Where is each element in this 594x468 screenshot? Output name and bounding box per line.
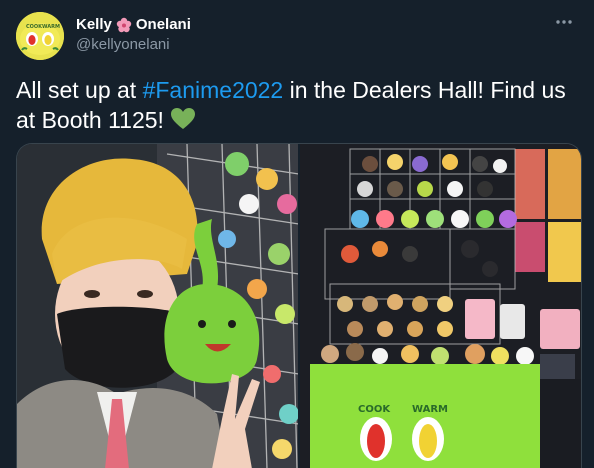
tweet-text: All set up at #Fanime2022 in the Dealers… — [16, 75, 578, 138]
avatar[interactable]: COOK WARM — [16, 12, 64, 60]
booth-display-photo[interactable]: COOK WARM — [300, 144, 581, 468]
selfie-with-plush-photo[interactable] — [17, 144, 298, 468]
avatar-text-left: COOK — [26, 24, 43, 30]
hibiscus-icon — [116, 17, 132, 33]
table-label-left: COOK — [358, 404, 391, 415]
avatar-text-right: WARM — [42, 24, 60, 30]
media-gallery: COOK WARM — [16, 143, 582, 468]
author-names: Kelly Onelani @kellyonelani — [76, 15, 191, 55]
hashtag-link[interactable]: #Fanime2022 — [143, 77, 284, 103]
tweet-text-before: All set up at — [16, 77, 143, 103]
tweet-card: COOK WARM Kelly Onelani @kellyonelani Al… — [0, 0, 594, 468]
display-name-first: Kelly — [76, 16, 112, 33]
tweet-header: COOK WARM Kelly Onelani @kellyonelani — [16, 12, 578, 60]
table-label-right: WARM — [412, 404, 448, 415]
more-options-icon[interactable] — [552, 12, 576, 32]
author-handle[interactable]: @kellyonelani — [76, 35, 191, 55]
display-name-last: Onelani — [135, 16, 191, 33]
yellow-plush-avatar-icon: COOK WARM — [16, 12, 64, 60]
display-name[interactable]: Kelly Onelani — [76, 15, 191, 35]
green-heart-icon — [170, 107, 196, 138]
